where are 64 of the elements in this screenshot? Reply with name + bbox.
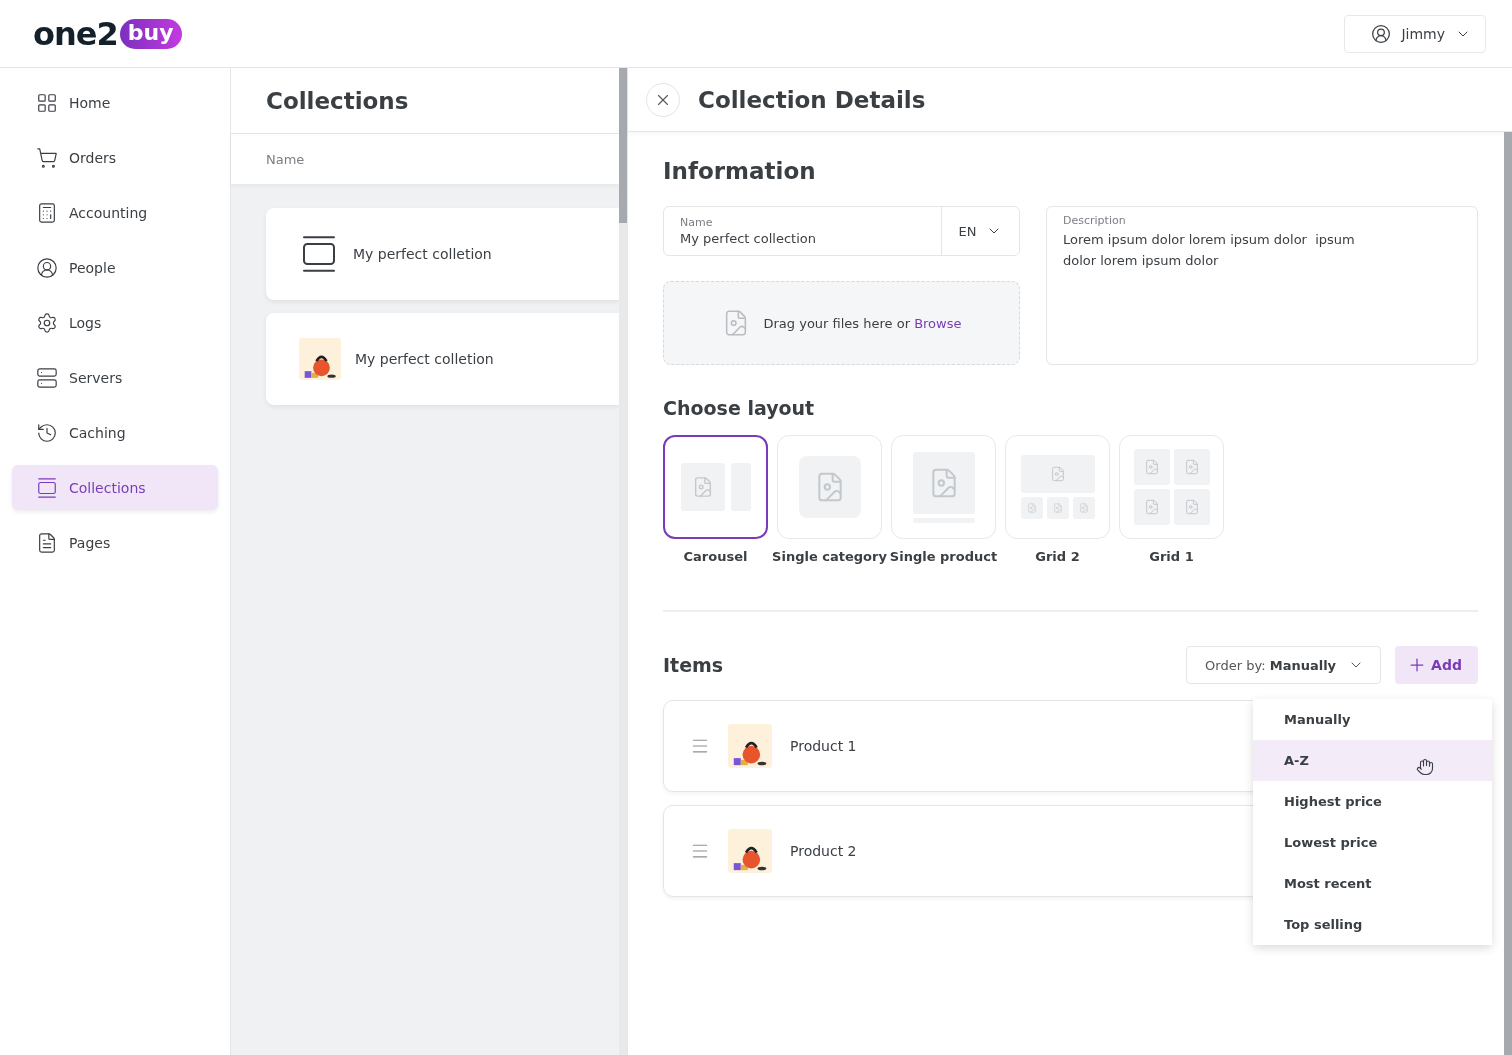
- sidebar-item[interactable]: Home: [12, 80, 218, 125]
- calculator-icon: [36, 201, 58, 224]
- layout-label: Grid 1: [1149, 549, 1194, 564]
- product-photo: [728, 829, 772, 873]
- carousel-layout-drawing: [680, 463, 751, 511]
- menu-item[interactable]: Top selling: [1253, 904, 1492, 945]
- sidebar-item[interactable]: Servers: [12, 355, 218, 400]
- menu-item[interactable]: A-Z: [1253, 740, 1492, 781]
- document-icon: [36, 531, 58, 554]
- sidebar-item[interactable]: Orders: [12, 135, 218, 180]
- history-icon: [36, 421, 58, 444]
- grid-icon: [36, 91, 58, 114]
- layout-label: Grid 2: [1035, 549, 1080, 564]
- scrollbar-thumb[interactable]: [619, 68, 627, 223]
- collection-card[interactable]: My perfect colletion: [266, 313, 619, 405]
- logo: one2 buy: [33, 14, 182, 53]
- collection-card[interactable]: My perfect colletion: [266, 208, 619, 300]
- product-photo: [299, 338, 341, 380]
- layout-label: Single product: [889, 549, 998, 564]
- add-button[interactable]: Add: [1395, 646, 1478, 684]
- panel-title: Collections: [231, 68, 619, 134]
- layout-label: Single category: [772, 549, 887, 564]
- layout-option[interactable]: Grid 2: [1005, 435, 1110, 564]
- menu-item[interactable]: Manually: [1253, 699, 1492, 740]
- column-header: Name: [231, 134, 619, 184]
- sidebar-item[interactable]: Logs: [12, 300, 218, 345]
- collection-name: My perfect colletion: [353, 246, 492, 262]
- menu-item[interactable]: Highest price: [1253, 781, 1492, 822]
- item-name: Product 2: [790, 843, 857, 859]
- file-drop-zone[interactable]: Drag your files here or Browse: [663, 281, 1020, 365]
- section-title: Items: [663, 654, 724, 676]
- scrollbar-thumb[interactable]: [1504, 132, 1512, 1055]
- menu-item[interactable]: Most recent: [1253, 863, 1492, 904]
- item-name: Product 1: [790, 738, 857, 754]
- layout-option[interactable]: Single product: [891, 435, 996, 564]
- sidebar-item[interactable]: Caching: [12, 410, 218, 455]
- user-icon: [1371, 23, 1392, 44]
- sidebar-item[interactable]: Accounting: [12, 190, 218, 235]
- cart-icon: [36, 146, 58, 169]
- product-layout-drawing: [912, 451, 975, 523]
- sidebar-item[interactable]: Pages: [12, 520, 218, 565]
- layout-option[interactable]: Carousel: [663, 435, 768, 564]
- settings-icon: [36, 311, 58, 334]
- field-label: Description: [1063, 214, 1127, 227]
- server-icon: [36, 366, 58, 389]
- close-button[interactable]: [646, 82, 680, 117]
- layout-label: Carousel: [683, 549, 748, 564]
- browse-link[interactable]: Browse: [914, 315, 962, 331]
- panel-title: Collection Details: [698, 86, 926, 113]
- hand-cursor-icon: [1416, 758, 1434, 776]
- gallery-icon: [36, 476, 58, 499]
- sidebar-item[interactable]: Collections: [12, 465, 218, 510]
- menu-item[interactable]: Lowest price: [1253, 822, 1492, 863]
- section-title: Choose layout: [663, 397, 816, 419]
- user-icon: [36, 256, 58, 279]
- section-title: Information: [663, 158, 817, 184]
- layout-option[interactable]: Grid 1: [1119, 435, 1224, 564]
- single-layout-drawing: [798, 456, 861, 518]
- sidebar-item[interactable]: People: [12, 245, 218, 290]
- collection-name: My perfect colletion: [355, 351, 494, 367]
- drop-hint: Drag your files here or Browse: [763, 315, 962, 331]
- order-by-select[interactable]: Order by: Manually: [1186, 646, 1382, 684]
- product-photo: [728, 724, 772, 768]
- user-menu-button[interactable]: Jimmy: [1344, 14, 1486, 53]
